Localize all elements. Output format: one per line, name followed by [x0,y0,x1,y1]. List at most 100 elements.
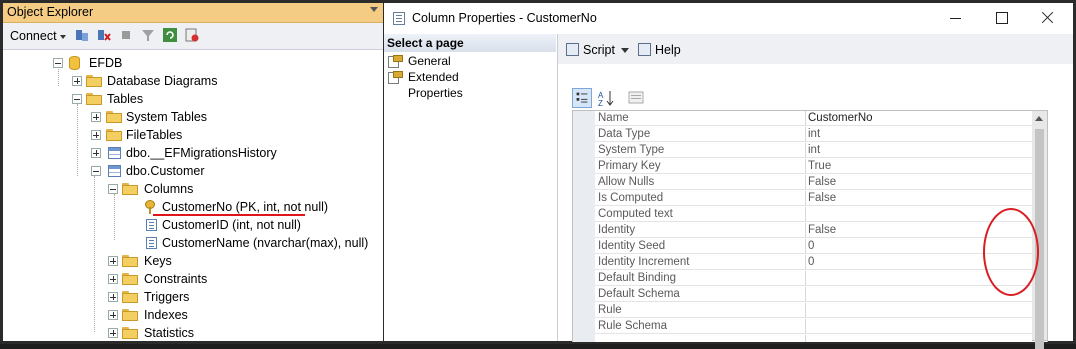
pane-menu-chevron-icon[interactable] [370,7,378,12]
tree-node-label: Keys [144,254,172,268]
property-row-system-type[interactable]: System Type int [573,143,1047,159]
filter-icon[interactable] [141,28,155,42]
tree-node-label: dbo.Customer [126,164,205,178]
collapse-icon[interactable] [72,94,82,104]
property-value [805,303,1047,318]
chevron-down-icon [59,34,66,39]
expand-icon[interactable] [108,256,118,266]
property-row-default-schema[interactable]: Default Schema [573,287,1047,303]
property-value [805,319,1047,334]
scroll-up-icon[interactable] [1035,116,1043,121]
property-row-identity-increment[interactable]: Identity Increment 0 [573,255,1047,271]
script-icon [566,43,579,56]
tree-node-label: Triggers [144,290,190,304]
collapse-icon[interactable] [53,58,63,68]
folder-icon [122,291,138,303]
expand-icon[interactable] [108,310,118,320]
primary-key-icon [145,200,157,214]
object-explorer-tree: EFDB Database Diagrams Tables System Tab… [3,50,383,341]
expand-icon[interactable] [108,292,118,302]
page-extended-icon [388,71,403,84]
tree-node-label: FileTables [126,128,183,142]
tree-node-label: Indexes [144,308,188,322]
connect-button[interactable]: Connect [10,29,66,43]
refresh-icon[interactable] [163,28,177,42]
object-explorer-title: Object Explorer [7,5,94,19]
chevron-down-icon[interactable] [620,48,629,54]
red-underline-annotation [153,214,305,216]
help-icon [638,43,651,56]
property-name: Primary Key [595,159,805,174]
expand-icon[interactable] [108,328,118,338]
alphabetical-sort-icon[interactable]: AZ [596,88,616,108]
folder-icon [106,129,122,141]
expand-icon[interactable] [91,112,101,122]
select-page-panel: Select a page General Extended Propertie… [384,34,558,341]
folder-icon [122,255,138,267]
folder-icon [86,93,102,105]
window-title: Column Properties - CustomerNo [412,11,597,25]
folder-icon [122,309,138,321]
property-pages-icon[interactable] [626,88,646,108]
object-explorer-titlebar[interactable]: Object Explorer [3,3,383,23]
script-button[interactable]: Script [566,43,629,57]
folder-icon [86,75,102,87]
property-row-rule-schema[interactable]: Rule Schema [573,319,1047,335]
stop-icon[interactable] [119,28,133,42]
page-label: Extended Properties [408,70,463,100]
expand-icon[interactable] [108,274,118,284]
tree-node-label: CustomerName (nvarchar(max), null) [162,236,369,250]
maximize-icon[interactable] [992,9,1012,27]
script-label: Script [583,43,615,57]
property-row-name[interactable]: Name CustomerNo [573,111,1047,127]
collapse-icon[interactable] [91,166,101,176]
property-grid-scrollbar[interactable] [1032,110,1048,349]
property-row-data-type[interactable]: Data Type int [573,127,1047,143]
property-name: Identity Seed [595,239,805,254]
property-row-primary-key[interactable]: Primary Key True [573,159,1047,175]
property-grid: Name CustomerNo Data Type int System Type i… [572,110,1048,342]
table-icon [108,147,121,159]
help-button[interactable]: Help [638,43,681,57]
connect-label: Connect [10,29,57,43]
categorized-view-icon[interactable] [572,88,592,108]
properties-content: Script Help AZ Name CustomerNo Data Type i… [558,34,1073,349]
property-name: Allow Nulls [595,175,805,190]
property-row-is-computed[interactable]: Is Computed False [573,191,1047,207]
property-value[interactable]: CustomerNo [805,111,1047,126]
property-row-allow-nulls[interactable]: Allow Nulls False [573,175,1047,191]
activity-monitor-icon[interactable] [185,28,199,42]
property-row-computed-text[interactable]: Computed text [573,207,1047,223]
page-general-icon [388,55,403,68]
tree-node-label: System Tables [126,110,208,124]
folder-icon [122,273,138,285]
tree-node-label: EFDB [89,56,123,70]
tree-node-label: dbo.__EFMigrationsHistory [126,146,277,160]
connect-db-icon[interactable] [75,28,89,42]
property-name: Rule [595,303,805,318]
expand-icon[interactable] [91,130,101,140]
disconnect-icon[interactable] [97,28,111,42]
folder-icon [122,327,138,339]
property-row-default-binding[interactable]: Default Binding [573,271,1047,287]
tree-node-label: Tables [107,92,144,106]
expand-icon[interactable] [91,148,101,158]
tree-node-label: Database Diagrams [107,74,218,88]
select-page-label: Select a page [387,36,464,50]
property-row-rule[interactable]: Rule [573,303,1047,319]
close-icon[interactable] [1038,9,1058,27]
collapse-icon[interactable] [108,184,118,194]
property-row-identity-seed[interactable]: Identity Seed 0 [573,239,1047,255]
folder-icon [122,183,138,195]
folder-icon [106,111,122,123]
property-name: System Type [595,143,805,158]
window-titlebar[interactable]: Column Properties - CustomerNo [384,3,1073,34]
column-icon [146,237,157,249]
tree-node-label: Columns [144,182,194,196]
property-row-identity[interactable]: Identity False [573,223,1047,239]
expand-icon[interactable] [72,76,82,86]
minimize-icon[interactable] [946,9,966,27]
property-name: Identity Increment [595,255,805,270]
column-properties-window: Column Properties - CustomerNo Select a … [384,3,1073,349]
property-value: int [805,143,1047,158]
